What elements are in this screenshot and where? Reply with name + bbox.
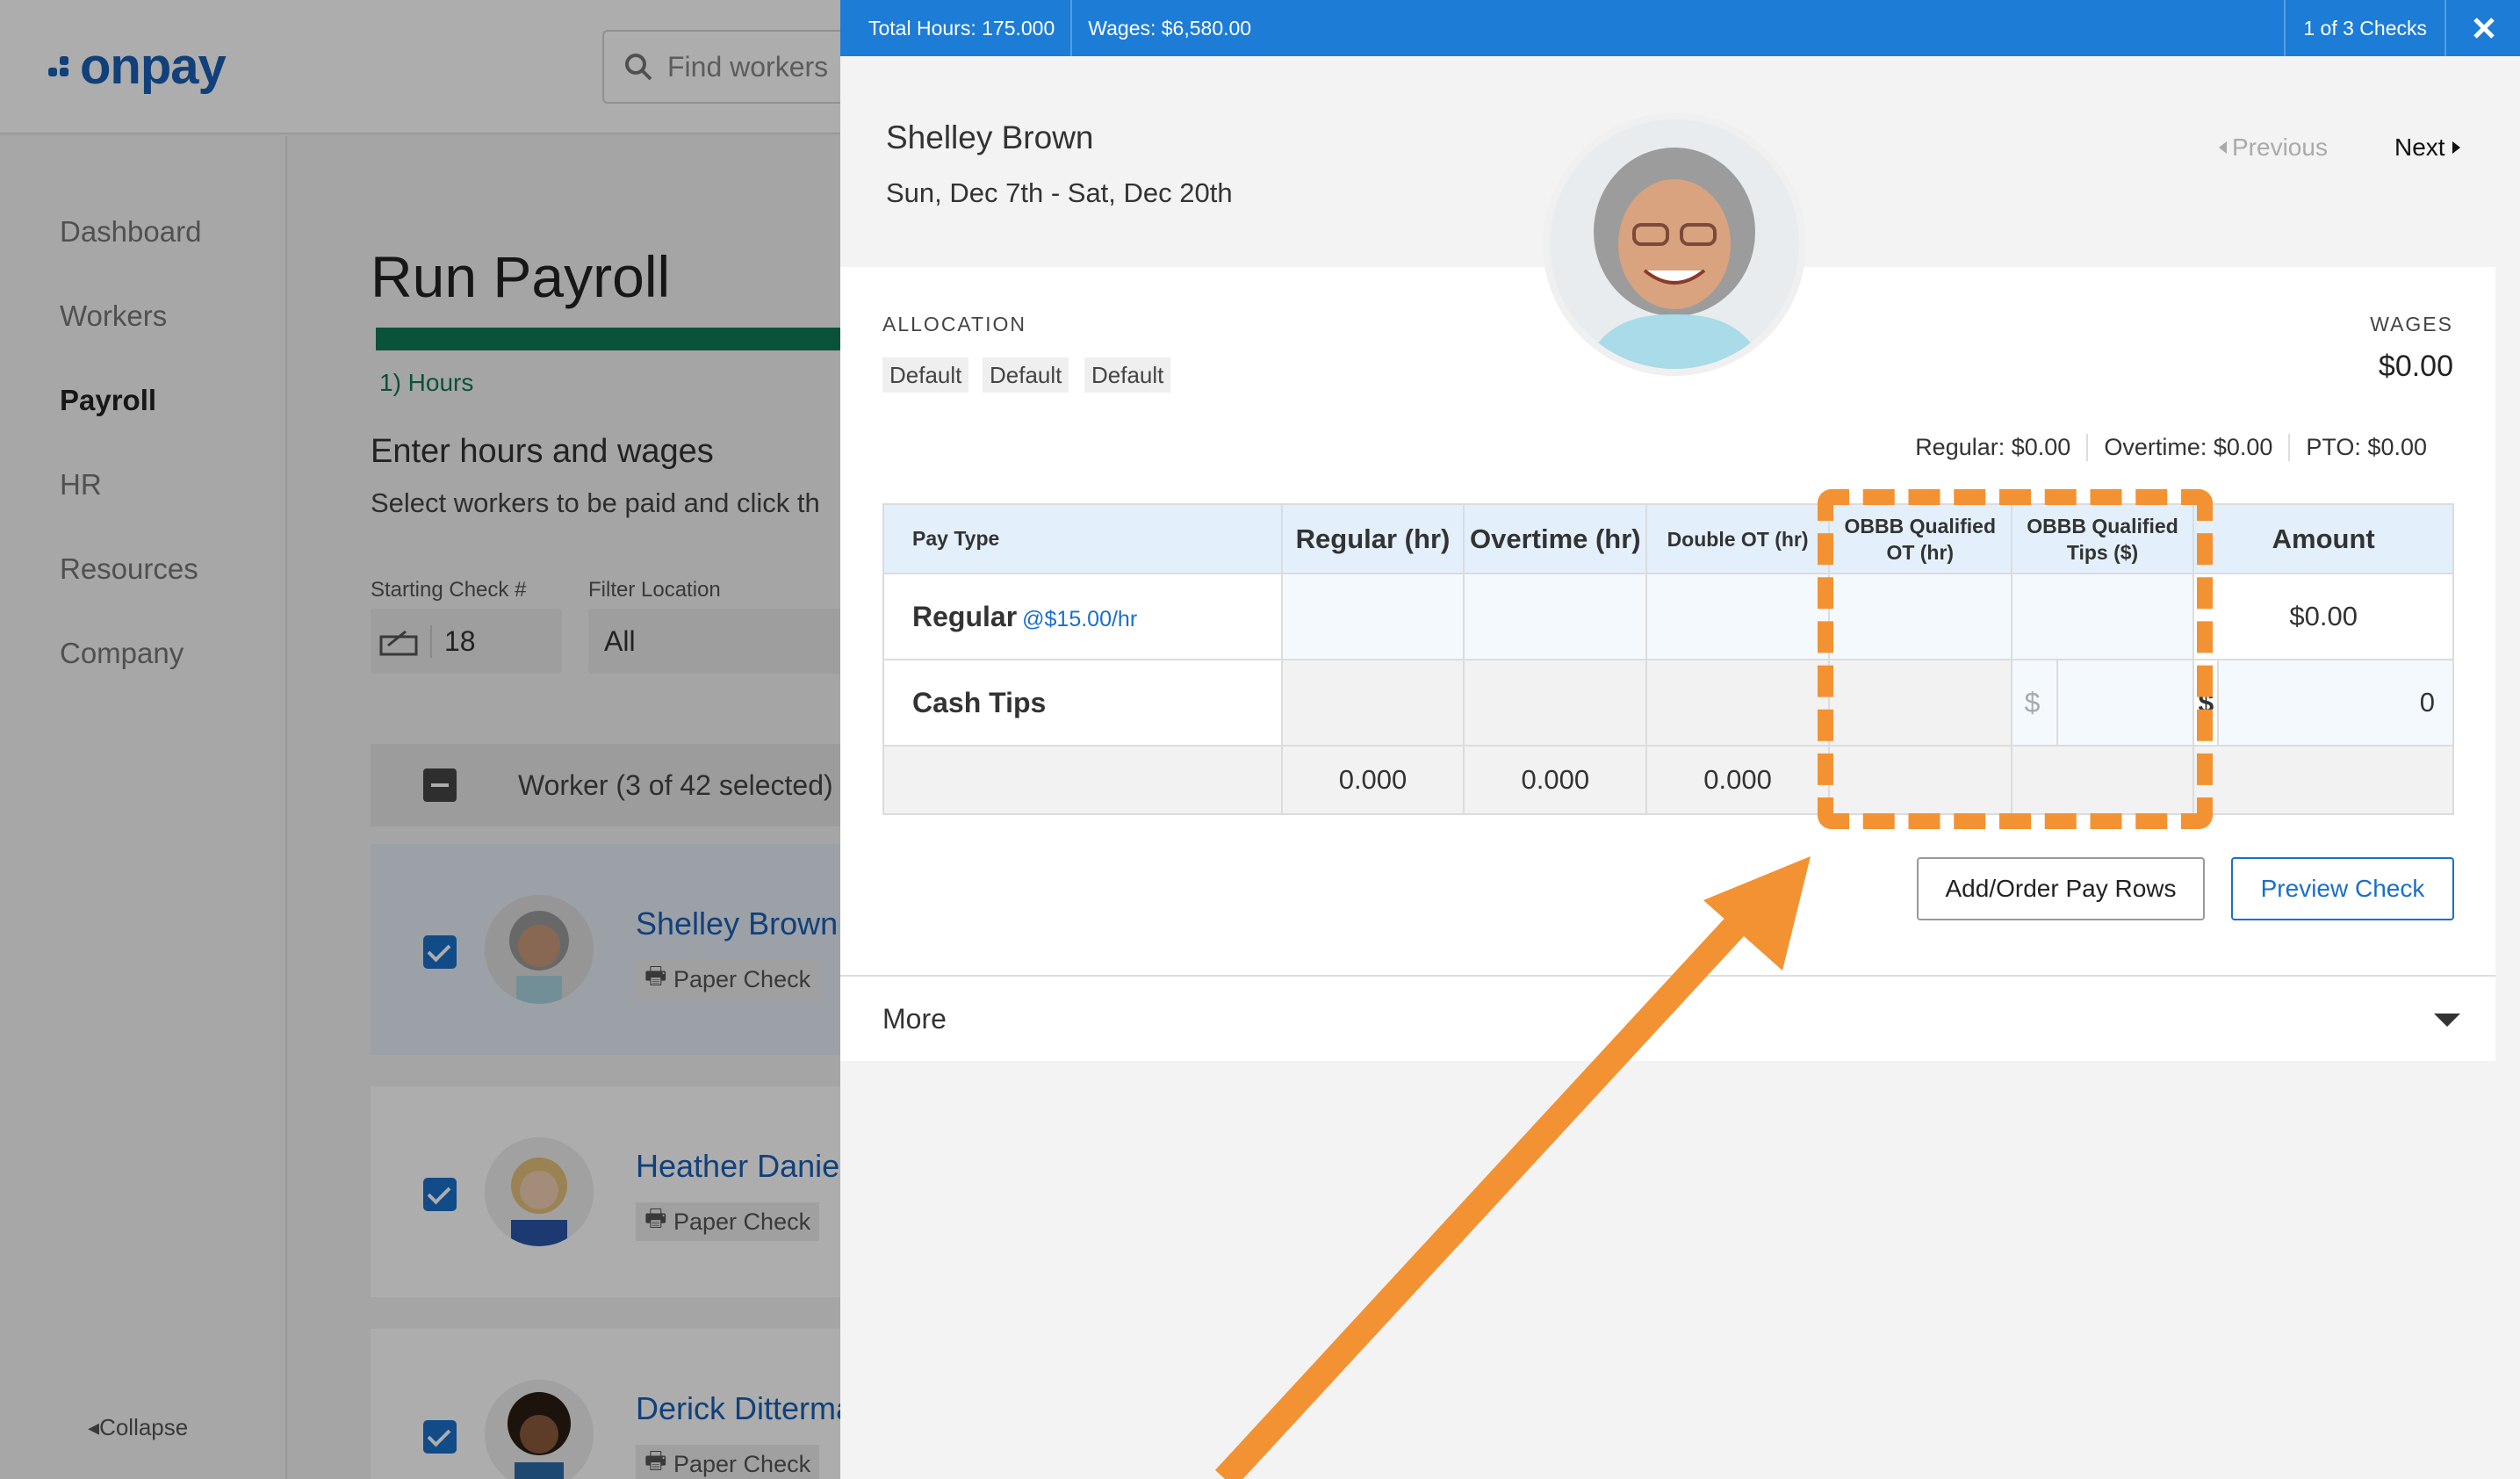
empty-cell	[1280, 659, 1465, 747]
regular-total: Regular: $0.00	[1915, 434, 2071, 460]
panel-summary-bar: Total Hours: 175.000 Wages: $6,580.00 1 …	[840, 0, 2520, 56]
amount-total	[2192, 745, 2454, 815]
next-button[interactable]: Next	[2394, 133, 2460, 162]
wages-label: WAGES	[2370, 313, 2453, 335]
next-label: Next	[2394, 133, 2445, 161]
pay-type-label: Cash Tips	[912, 686, 1047, 718]
double-ot-total-hours: 0.000	[1645, 745, 1830, 815]
col-header-overtime: Overtime (hr)	[1463, 503, 1648, 574]
chevron-down-icon	[2434, 1014, 2460, 1027]
allocation-tag[interactable]: Default	[882, 357, 969, 393]
double-ot-hours-input[interactable]	[1645, 573, 1830, 660]
check-editor-panel: Total Hours: 175.000 Wages: $6,580.00 1 …	[840, 0, 2520, 1479]
wage-breakdown: Regular: $0.00 Overtime: $0.00 PTO: $0.0…	[1899, 434, 2443, 461]
pay-type-cell: Cash Tips	[882, 659, 1283, 747]
col-header-double-ot: Double OT (hr)	[1645, 503, 1830, 574]
employee-name: Shelley Brown	[886, 119, 1094, 155]
allocation-tag[interactable]: Default	[983, 357, 1069, 393]
pay-rows-table: Pay Type Regular (hr) Overtime (hr) Doub…	[882, 503, 2454, 815]
totals-label-cell	[882, 745, 1283, 815]
close-button[interactable]	[2464, 0, 2504, 56]
col-header-regular: Regular (hr)	[1280, 503, 1465, 574]
table-row: Regular @$15.00/hr $0.00	[882, 573, 2454, 660]
pay-type-cell: Regular @$15.00/hr	[882, 573, 1283, 660]
previous-button[interactable]: Previous	[2219, 133, 2328, 162]
overtime-hours-input[interactable]	[1463, 573, 1648, 660]
regular-total-hours: 0.000	[1280, 745, 1465, 815]
allocation-label: ALLOCATION	[882, 313, 1026, 335]
pay-period: Sun, Dec 7th - Sat, Dec 20th	[886, 177, 1233, 208]
chevron-left-icon	[2219, 141, 2227, 154]
checks-counter: 1 of 3 Checks	[2284, 0, 2446, 56]
regular-hours-input[interactable]	[1280, 573, 1465, 660]
pay-rate-link[interactable]: @$15.00/hr	[1022, 607, 1137, 631]
empty-cell	[1645, 659, 1830, 747]
cash-tips-amount-input[interactable]: 0	[2217, 659, 2454, 747]
total-hours: Total Hours: 175.000	[868, 16, 1055, 40]
col-header-amount: Amount	[2192, 503, 2454, 574]
annotation-highlight-box	[1818, 489, 2213, 829]
table-row: Cash Tips $ $ 0	[882, 659, 2454, 747]
total-wages: Wages: $6,580.00	[1088, 16, 1252, 40]
preview-check-button[interactable]: Preview Check	[2231, 857, 2454, 920]
more-section-toggle[interactable]: More	[840, 975, 2495, 1061]
previous-label: Previous	[2232, 133, 2328, 161]
col-header-pay-type: Pay Type	[882, 503, 1283, 574]
employee-avatar	[1543, 112, 1806, 376]
allocation-tag[interactable]: Default	[1084, 357, 1171, 393]
check-card: ALLOCATION Default Default Default WAGES…	[840, 267, 2495, 1061]
wages-value: $0.00	[2378, 350, 2453, 383]
more-label: More	[882, 1003, 947, 1035]
chevron-right-icon	[2452, 141, 2460, 154]
totals-row: 0.000 0.000 0.000	[882, 745, 2454, 815]
add-order-pay-rows-button[interactable]: Add/Order Pay Rows	[1917, 857, 2205, 920]
pto-total: PTO: $0.00	[2288, 434, 2443, 461]
pay-type-label: Regular	[912, 600, 1018, 632]
overtime-total-hours: 0.000	[1463, 745, 1648, 815]
overtime-total: Overtime: $0.00	[2086, 434, 2288, 461]
amount-cell: $0.00	[2192, 573, 2454, 660]
close-icon	[2473, 18, 2495, 39]
empty-cell	[1463, 659, 1648, 747]
